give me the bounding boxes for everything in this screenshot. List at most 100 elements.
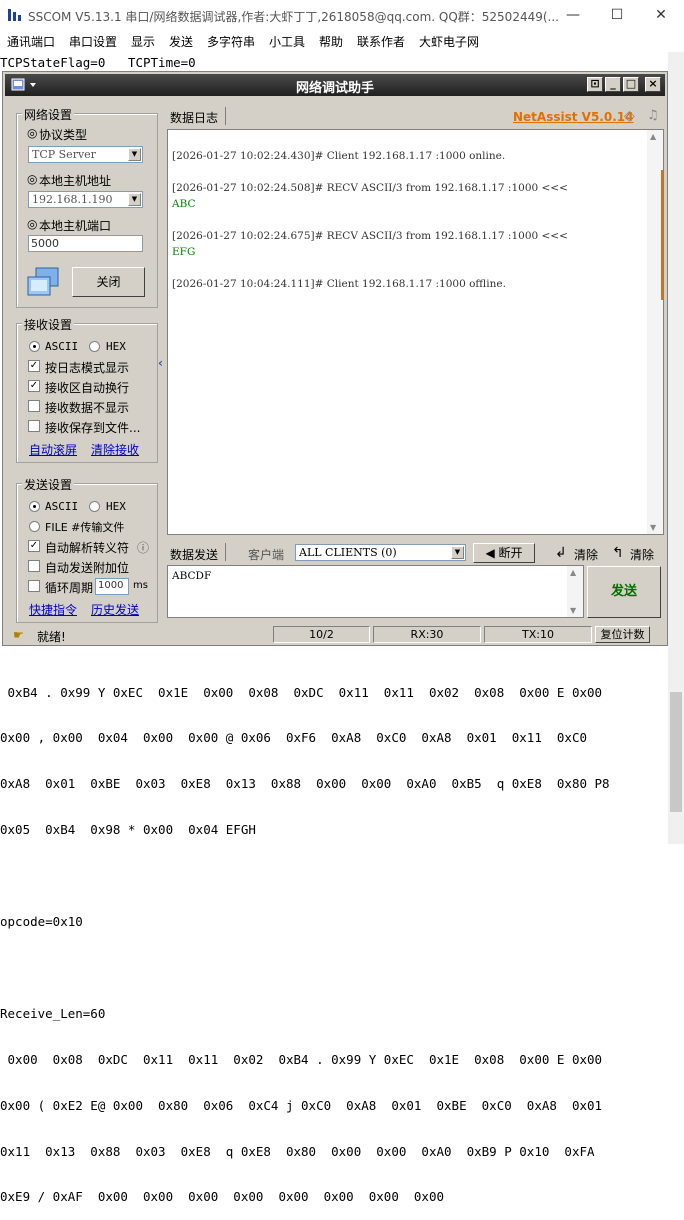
terminal-line: 0x11 0x13 0x88 0x03 0xE8 q 0xE8 0x80 0x0… — [0, 1143, 595, 1159]
protocol-icon: ◎ — [27, 126, 38, 140]
terminal-line: Receive_Len=60 — [0, 1005, 106, 1021]
shortcut-commands-link[interactable]: 快捷指令 — [29, 601, 77, 618]
send-textarea[interactable]: ABCDF ▲ ▼ — [167, 565, 584, 618]
chevron-down-icon[interactable]: ▼ — [451, 546, 464, 559]
menu-port[interactable]: 通讯端口 — [7, 33, 55, 50]
app-title: SSCOM V5.13.1 串口/网络数据调试器,作者:大虾丁丁,2618058… — [28, 10, 559, 24]
chevron-down-icon[interactable]: ▼ — [128, 148, 141, 161]
menu-contact[interactable]: 联系作者 — [357, 33, 405, 50]
clear-receive-link[interactable]: 清除接收 — [91, 441, 139, 458]
tab-data-send[interactable]: 数据发送 — [170, 546, 218, 563]
recv-hex-label: HEX — [106, 340, 126, 353]
send-hex-radio[interactable] — [89, 501, 100, 512]
status-rx: RX:30 — [373, 626, 481, 643]
scrollbar-thumb[interactable] — [670, 692, 682, 812]
na-maximize-button[interactable]: □ — [623, 77, 639, 92]
disconnect-button[interactable]: ◀ 断开 — [473, 543, 535, 563]
sscom-logo-icon — [8, 9, 21, 21]
network-settings-label: 网络设置 — [22, 106, 75, 123]
netassist-titlebar: 网络调试助手 ⊡ _ □ × — [5, 74, 665, 96]
menu-tools[interactable]: 小工具 — [269, 33, 305, 50]
log-panel[interactable]: [2026-01-27 10:02:24.430]# Client 192.16… — [167, 129, 664, 535]
send-settings-group: 发送设置 ASCII HEX FILE #传输文件 ✓ 自动解析转义符 ⓘ 自动… — [16, 476, 158, 623]
host-label: 本地主机地址 — [39, 174, 112, 188]
network-settings-group: 网络设置 ◎ 协议类型 TCP Server ▼ ◎ 本地主机地址 192.16… — [16, 106, 158, 308]
send-scrollbar[interactable]: ▲ ▼ — [567, 566, 583, 617]
menu-website[interactable]: 大虾电子网 — [419, 33, 479, 50]
send-text: ABCDF — [172, 570, 212, 582]
save-file-checkbox[interactable] — [28, 420, 40, 432]
clear-all-button[interactable]: 清除 — [630, 546, 654, 563]
menu-send[interactable]: 发送 — [169, 33, 193, 50]
reset-count-button[interactable]: 复位计数 — [595, 626, 650, 643]
log-entry: [2026-01-27 10:04:24.111]# Client 192.16… — [172, 278, 506, 290]
auto-scroll-link[interactable]: 自动滚屏 — [29, 441, 77, 458]
menu-bar: 通讯端口 串口设置 显示 发送 多字符串 小工具 帮助 联系作者 大虾电子网 — [0, 30, 684, 52]
menu-multi-string[interactable]: 多字符串 — [207, 33, 255, 50]
log-mode-checkbox[interactable]: ✓ — [28, 360, 40, 372]
na-minimize-button[interactable]: _ — [605, 77, 621, 92]
append-bits-checkbox[interactable] — [28, 560, 40, 572]
parse-escape-checkbox[interactable]: ✓ — [28, 540, 40, 552]
status-hand-icon: ☛ — [13, 628, 24, 642]
na-close-button[interactable]: × — [645, 77, 661, 92]
send-ascii-radio[interactable] — [29, 501, 40, 512]
log-entry: [2026-01-27 10:02:24.675]# RECV ASCII/3 … — [172, 230, 568, 242]
log-mode-label: 按日志模式显示 — [45, 361, 130, 375]
send-history-link[interactable]: 历史发送 — [91, 601, 139, 618]
netassist-title: 网络调试助手 — [295, 80, 374, 95]
parse-escape-label: 自动解析转义符 — [45, 541, 130, 555]
status-ready: 就绪! — [37, 630, 66, 644]
log-scrollbar[interactable]: ▲ ▼ — [647, 130, 663, 534]
send-file-radio[interactable] — [29, 521, 40, 532]
hide-data-checkbox[interactable] — [28, 400, 40, 412]
save-file-label: 接收保存到文件... — [45, 421, 141, 435]
minimize-button[interactable]: — — [551, 2, 595, 28]
port-label: 本地主机端口 — [39, 219, 112, 233]
close-button[interactable]: ✕ — [639, 2, 683, 28]
info-icon[interactable]: ⓘ — [137, 539, 149, 556]
close-connection-button[interactable]: 关闭 — [72, 267, 145, 297]
send-file-label: FILE #传输文件 — [45, 521, 125, 534]
terminal-line: 0x00 0x08 0xDC 0x11 0x11 0x02 0xB4 . 0x9… — [0, 1051, 603, 1067]
arrow-left-icon: ◀ — [485, 546, 499, 560]
scroll-indicator — [661, 170, 663, 300]
host-icon: ◎ — [27, 172, 38, 186]
terminal-output: 0xB4 . 0x99 Y 0xEC 0x1E 0x00 0x08 0xDC 0… — [0, 654, 668, 1220]
terminal-scrollbar[interactable] — [668, 52, 684, 844]
auto-wrap-checkbox[interactable]: ✓ — [28, 380, 40, 392]
client-value: ALL CLIENTS (0) — [299, 546, 397, 559]
tab-data-log[interactable]: 数据日志 — [170, 109, 218, 126]
clear-send-icon[interactable]: ↲ — [555, 545, 567, 561]
host-value: 192.168.1.190 — [32, 193, 113, 206]
menu-help[interactable]: 帮助 — [319, 33, 343, 50]
bell-icon[interactable]: ♫ — [647, 108, 659, 123]
diamond-icon[interactable]: ◇ — [624, 108, 635, 124]
connection-icon — [27, 267, 59, 296]
clear-send-button[interactable]: 清除 — [574, 546, 598, 563]
loop-period-checkbox[interactable] — [28, 580, 40, 592]
send-hex-label: HEX — [106, 500, 126, 513]
recv-ascii-radio[interactable] — [29, 341, 40, 352]
terminal-line: opcode=0x10 — [0, 914, 83, 930]
client-select[interactable]: ALL CLIENTS (0) ▼ — [295, 544, 466, 561]
loop-period-input[interactable]: 1000 — [95, 578, 129, 595]
log-entry-data: ABC — [172, 198, 196, 210]
port-input[interactable]: 5000 — [28, 235, 143, 252]
collapse-arrow-icon[interactable]: ‹ — [158, 356, 163, 370]
menu-display[interactable]: 显示 — [131, 33, 155, 50]
menu-serial-settings[interactable]: 串口设置 — [69, 33, 117, 50]
period-unit: ms — [133, 580, 148, 591]
pin-button[interactable]: ⊡ — [587, 77, 603, 92]
status-tx: TX:10 — [484, 626, 592, 643]
brand-link[interactable]: NetAssist V5.0.14 — [513, 110, 633, 124]
chevron-down-icon[interactable]: ▼ — [128, 193, 141, 206]
clear-all-icon[interactable]: ↰ — [612, 545, 624, 561]
protocol-select[interactable]: TCP Server ▼ — [28, 146, 143, 163]
recv-hex-radio[interactable] — [89, 341, 100, 352]
host-select[interactable]: 192.168.1.190 ▼ — [28, 191, 143, 208]
maximize-button[interactable]: ☐ — [595, 2, 639, 28]
send-button[interactable]: 发送 — [587, 566, 661, 618]
